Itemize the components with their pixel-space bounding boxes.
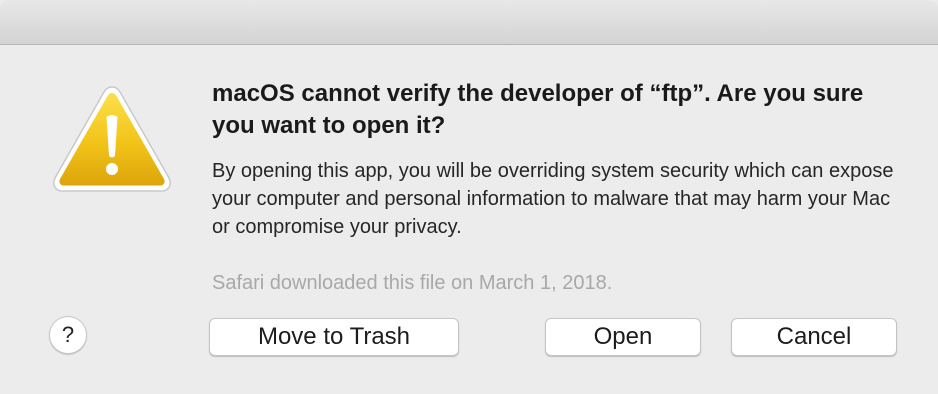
dialog-title: macOS cannot verify the developer of “ft…	[212, 80, 864, 139]
open-button[interactable]: Open	[545, 318, 701, 356]
move-to-trash-button[interactable]: Move to Trash	[209, 318, 459, 356]
cancel-button[interactable]: Cancel	[731, 318, 897, 356]
download-info-text: Safari downloaded this file on March 1, …	[212, 272, 613, 294]
title-bar[interactable]	[0, 0, 938, 45]
help-button[interactable]: ?	[49, 316, 87, 354]
warning-triangle-icon	[50, 82, 174, 196]
dialog-message: By opening this app, you will be overrid…	[212, 160, 894, 238]
alert-dialog: macOS cannot verify the developer of “ft…	[0, 0, 938, 394]
